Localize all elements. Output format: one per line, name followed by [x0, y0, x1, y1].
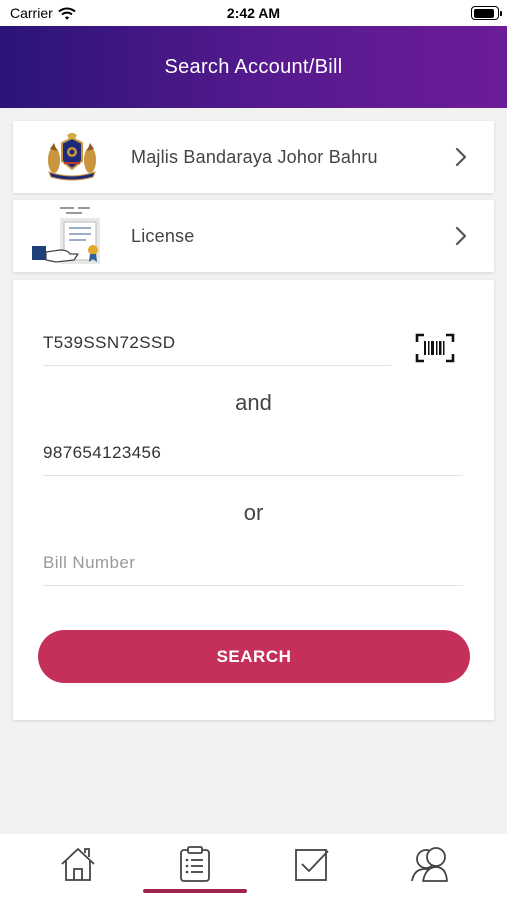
- council-crest-icon: [13, 121, 131, 193]
- and-connector: and: [235, 390, 272, 415]
- clipboard-list-icon: [180, 846, 210, 882]
- council-name: Majlis Bandaraya Johor Bahru: [131, 146, 378, 167]
- council-selector[interactable]: Majlis Bandaraya Johor Bahru: [13, 121, 494, 193]
- barcode-scanner-icon[interactable]: [415, 333, 455, 363]
- checkbox-icon: [295, 849, 329, 881]
- chevron-right-icon: [428, 226, 494, 246]
- page-title: Search Account/Bill: [164, 55, 343, 78]
- battery-fill: [473, 8, 495, 18]
- clock: 2:42 AM: [226, 5, 281, 21]
- tab-profile[interactable]: [397, 842, 461, 886]
- bill-number-input[interactable]: Bill Number: [43, 553, 135, 573]
- tab-bills[interactable]: [163, 842, 227, 886]
- battery-icon: [471, 6, 502, 20]
- ic-number-underline: [43, 475, 463, 476]
- account-number-input[interactable]: T539SSN72SSD: [43, 333, 175, 353]
- chevron-right-icon: [428, 147, 494, 167]
- license-certificate-icon: [13, 200, 131, 272]
- battery-nub: [500, 10, 502, 16]
- app-header: Search Account/Bill: [0, 26, 507, 108]
- account-number-underline: [43, 365, 391, 366]
- bill-number-underline: [43, 585, 463, 586]
- tab-checklist[interactable]: [280, 842, 344, 886]
- category-name: License: [131, 225, 195, 246]
- search-form: T539SSN72SSD and 987654123456 or Bill Nu…: [13, 280, 494, 720]
- status-bar: Carrier 2:42 AM: [0, 0, 507, 26]
- search-button[interactable]: SEARCH: [38, 630, 470, 683]
- category-selector[interactable]: License: [13, 200, 494, 272]
- users-icon: [411, 847, 448, 882]
- tab-bar: [0, 834, 507, 900]
- or-connector: or: [243, 500, 264, 525]
- tab-home[interactable]: [46, 842, 110, 886]
- ic-number-input[interactable]: 987654123456: [43, 443, 161, 463]
- home-icon: [61, 848, 95, 881]
- active-tab-indicator: [143, 889, 247, 893]
